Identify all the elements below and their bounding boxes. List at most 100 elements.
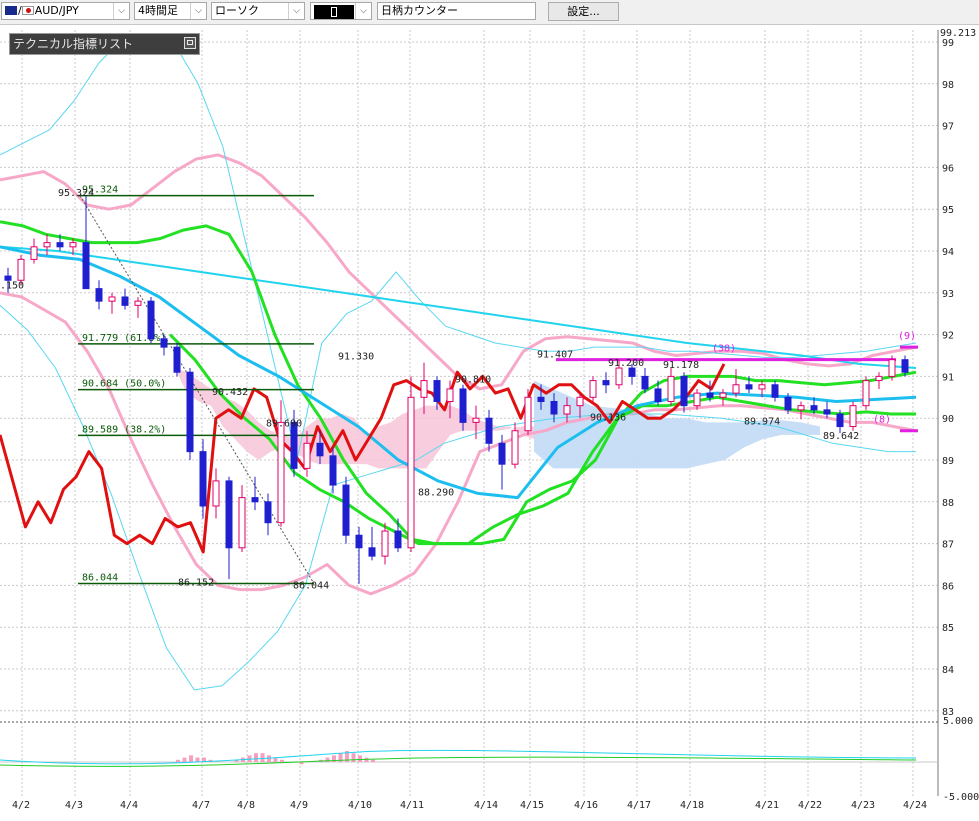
candle: [719, 388, 727, 406]
candle-body: [563, 405, 571, 415]
candle-body: [810, 405, 818, 411]
candle-body: [433, 380, 441, 402]
osc-lower-label: -5.000: [943, 792, 979, 803]
y-tick-label: 91: [942, 372, 954, 383]
candle: [771, 380, 779, 402]
candle: [641, 368, 649, 394]
candle-body: [238, 497, 246, 549]
osc-bar: [195, 757, 200, 762]
timeframe-select[interactable]: 4時間足 ⌵: [134, 2, 207, 20]
candle-body: [407, 396, 415, 549]
x-tick-label: 4/9: [290, 800, 308, 811]
candle: [186, 368, 194, 460]
candle-body: [212, 480, 220, 507]
price-label: 91.200: [608, 358, 644, 369]
candle: [342, 476, 350, 544]
osc-bar: [254, 753, 258, 762]
y-tick-label: 87: [942, 540, 954, 551]
chart-area[interactable]: 95.324 91.779 (61.8%) 90.684 (50.0%) 89.589…: [0, 25, 979, 817]
aud-flag-icon: [5, 6, 17, 15]
candle-body: [329, 455, 337, 486]
settings-button[interactable]: 設定...: [548, 2, 619, 21]
chevron-down-icon: ⌵: [288, 3, 304, 19]
osc-bar: [267, 755, 271, 762]
chart-style-label: ローソク: [215, 4, 259, 17]
candle: [680, 372, 688, 413]
candle-body: [875, 375, 883, 382]
candle-body: [121, 296, 129, 306]
counter-label: (38): [712, 343, 736, 354]
osc-upper-label: 5.000: [943, 716, 973, 727]
candle-body: [30, 246, 38, 260]
candle-body: [537, 396, 545, 402]
candle-body: [602, 380, 610, 386]
candle-body: [888, 359, 896, 377]
x-tick-label: 4/2: [12, 800, 30, 811]
x-tick-label: 4/7: [192, 800, 210, 811]
osc-bar: [176, 759, 180, 762]
x-tick-label: 4/14: [474, 800, 498, 811]
restore-icon[interactable]: [184, 37, 196, 49]
candle-body: [524, 396, 532, 432]
jpy-flag-icon: [21, 6, 34, 15]
y-tick-label: 95: [942, 205, 954, 216]
symbol-select[interactable]: / AUD/JPY ⌵: [1, 2, 130, 20]
candle-body: [316, 442, 324, 457]
candle-body: [446, 388, 454, 402]
candle-body: [680, 375, 688, 407]
candle: [30, 238, 38, 264]
osc-bar: [189, 755, 193, 762]
price-label: 95.324: [58, 188, 94, 199]
candle-body: [459, 388, 467, 423]
timeframe-label: 4時間足: [138, 4, 178, 17]
counter-label: (8): [873, 414, 891, 425]
y-tick-label: 97: [942, 122, 954, 133]
symbol-label: AUD/JPY: [34, 4, 79, 17]
candle: [589, 376, 597, 402]
osc-bar: [280, 759, 284, 762]
candle-body: [797, 405, 805, 411]
color-swatch: [314, 5, 354, 19]
candle-body: [784, 396, 792, 411]
candle-body: [56, 242, 64, 248]
x-tick-label: 4/15: [520, 800, 544, 811]
y-tick-label: 94: [942, 247, 954, 258]
price-label: .150: [0, 281, 24, 292]
y-tick-label: 96: [942, 163, 954, 174]
price-label: 90.136: [590, 412, 626, 423]
candle-body: [511, 430, 519, 465]
candle: [212, 468, 220, 519]
color-select[interactable]: ⌵: [310, 2, 372, 20]
candle-body: [134, 300, 142, 306]
osc-bar: [351, 753, 356, 762]
candle: [121, 288, 129, 310]
osc-bar: [260, 753, 265, 762]
candle: [485, 409, 493, 452]
fib-level-label: 89.589 (38.2%): [82, 424, 166, 435]
x-tick-label: 4/22: [798, 800, 822, 811]
candle: [888, 355, 896, 381]
price-label: 91.407: [537, 350, 573, 361]
y-tick-label: 92: [942, 331, 954, 342]
candle-body: [17, 258, 25, 281]
fib-level-label: 90.684 (50.0%): [82, 379, 166, 390]
indicator-list-panel[interactable]: テクニカル指標リスト: [9, 33, 200, 55]
candle: [264, 493, 272, 536]
price-label: 91.178: [663, 360, 699, 371]
candle: [355, 526, 363, 584]
candle: [667, 368, 675, 406]
candle-body: [173, 346, 181, 373]
chart-style-select[interactable]: ローソク ⌵: [211, 2, 305, 20]
candle-body: [901, 359, 909, 373]
day-counter-field[interactable]: 日柄カウンター: [377, 2, 536, 20]
candle-body: [719, 392, 727, 398]
candle-body: [732, 384, 740, 394]
candle-body: [693, 392, 701, 407]
candle-body: [82, 242, 90, 290]
chevron-down-icon: ⌵: [355, 3, 371, 19]
candle-body: [628, 367, 636, 377]
x-tick-label: 4/21: [755, 800, 779, 811]
y-tick-label: 93: [942, 289, 954, 300]
y-tick-label: 88: [942, 498, 954, 509]
candle-body: [550, 400, 558, 415]
